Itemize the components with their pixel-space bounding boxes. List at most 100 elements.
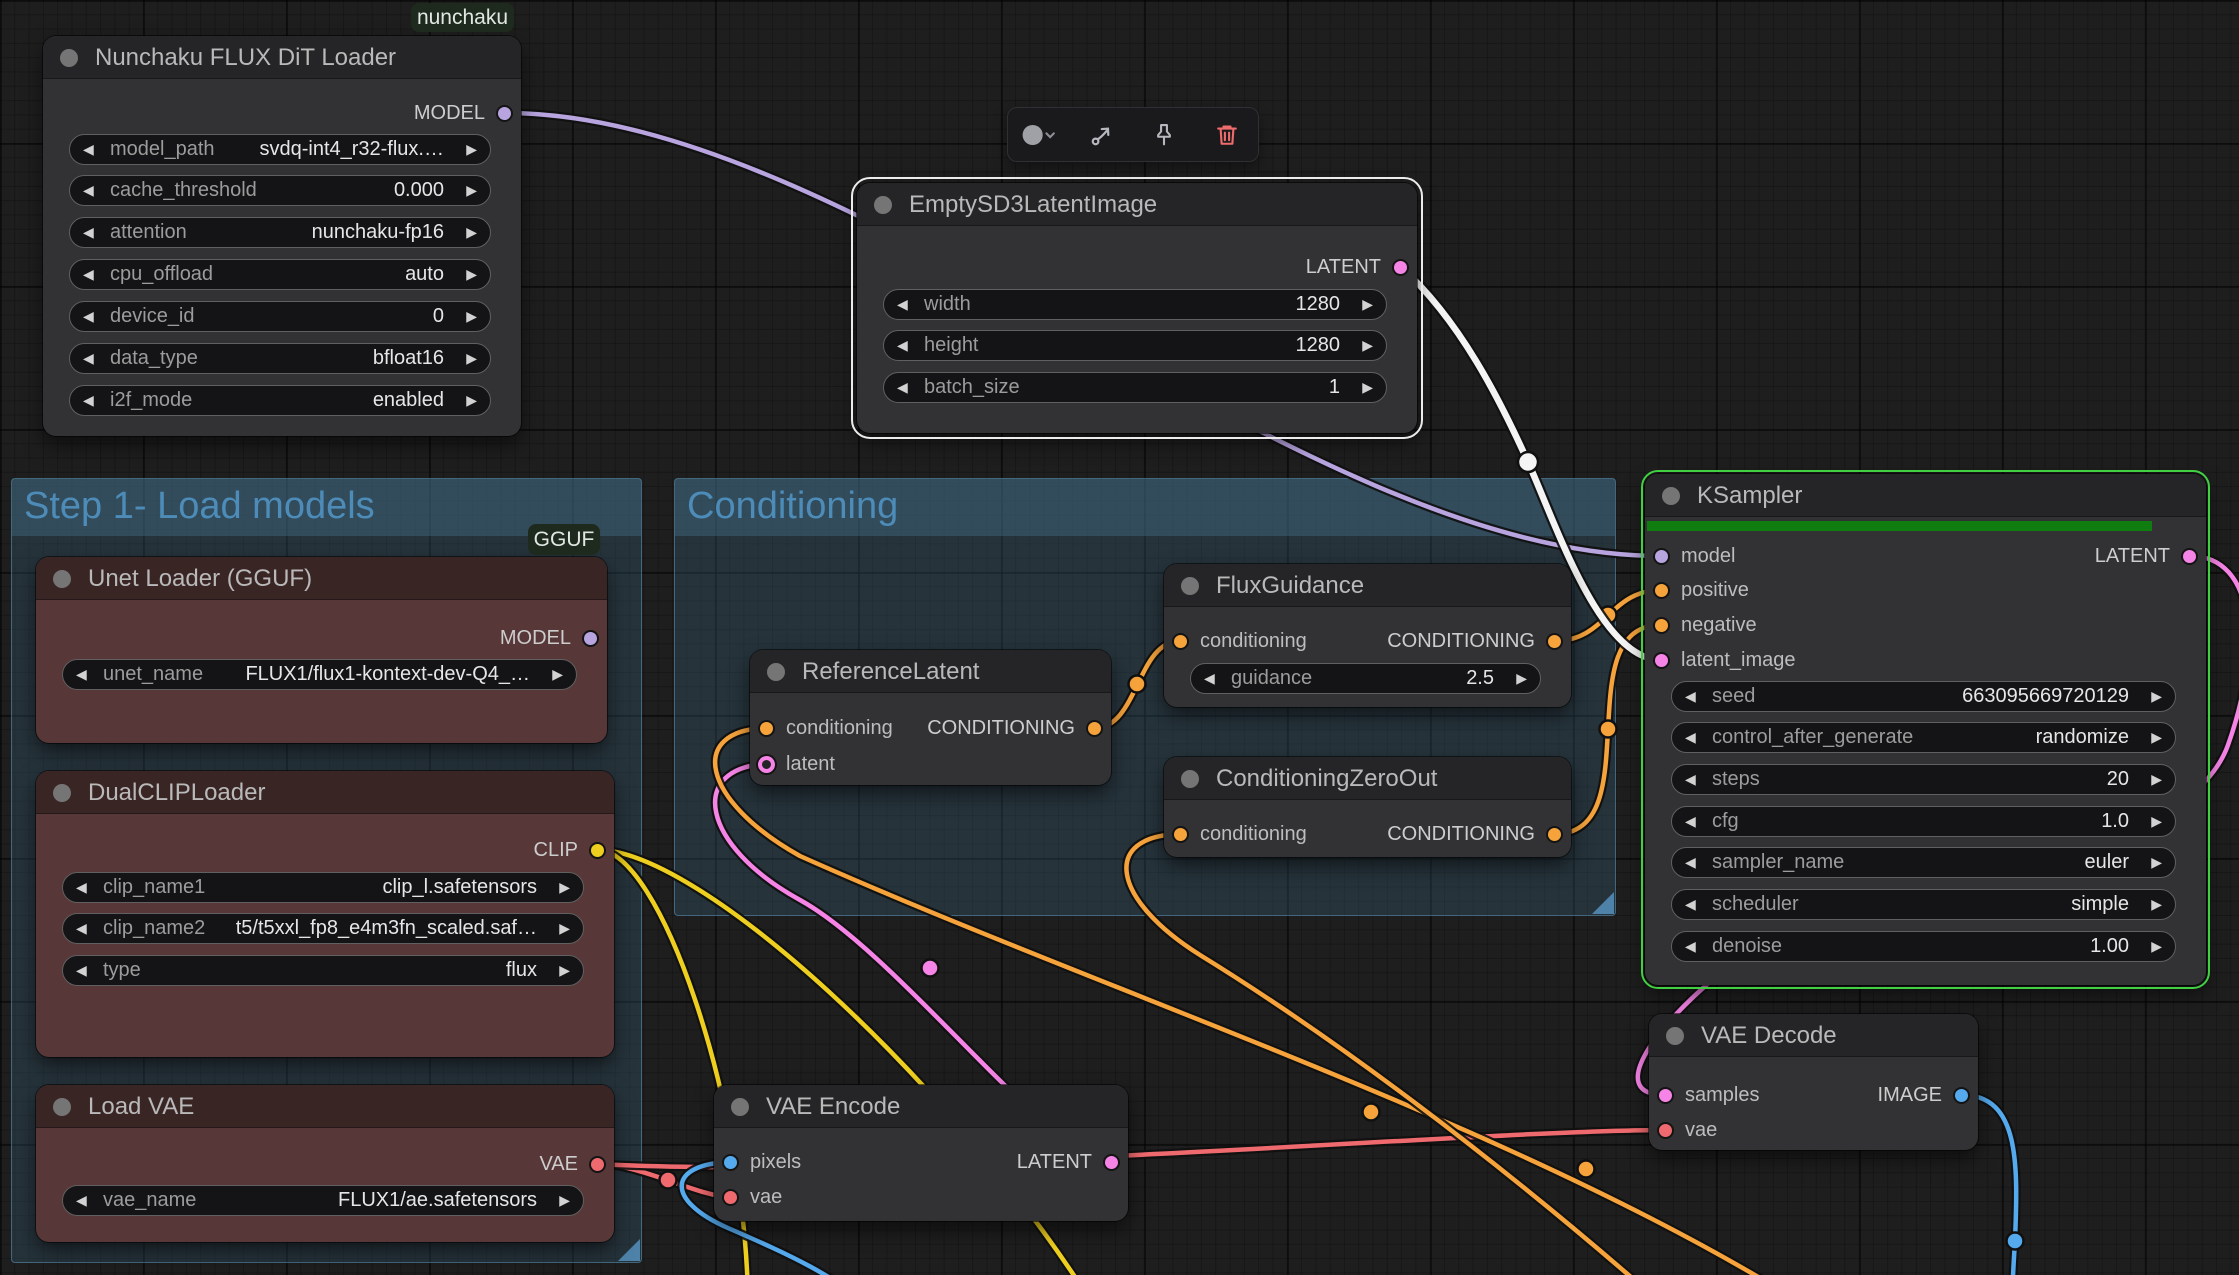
conditioning-zero-out-output-CONDITIONING[interactable]: CONDITIONING <box>1387 822 1571 846</box>
widget-increment-arrow-icon[interactable]: ▶ <box>559 914 570 942</box>
dual-clip-loader-output-CLIP[interactable]: CLIP <box>534 838 614 862</box>
output-port-dot[interactable] <box>1392 259 1409 276</box>
nunchaku-flux-dit-loader-widget-model_path[interactable]: ◀model_pathsvdq-int4_r32-flux.…▶ <box>69 134 491 165</box>
conditioning-zero-out-input-conditioning[interactable]: conditioning <box>1164 822 1307 846</box>
output-port-dot[interactable] <box>582 630 599 647</box>
flux-guidance-input-conditioning[interactable]: conditioning <box>1164 629 1307 653</box>
input-port-dot[interactable] <box>1653 652 1670 669</box>
widget-increment-arrow-icon[interactable]: ▶ <box>1362 331 1373 359</box>
dual-clip-loader-widget-clip_name1[interactable]: ◀clip_name1clip_l.safetensors▶ <box>62 872 584 903</box>
load-vae-output-VAE[interactable]: VAE <box>539 1152 614 1176</box>
empty-sd3-latent-image-widget-batch_size[interactable]: ◀batch_size1▶ <box>883 372 1387 403</box>
node-ksampler[interactable]: KSamplermodelpositivenegativelatent_imag… <box>1645 474 2206 985</box>
reference-latent-input-latent[interactable]: latent <box>750 752 835 776</box>
widget-increment-arrow-icon[interactable]: ▶ <box>2151 932 2162 960</box>
widget-increment-arrow-icon[interactable]: ▶ <box>552 660 563 688</box>
ksampler-widget-steps[interactable]: ◀steps20▶ <box>1671 764 2176 795</box>
widget-decrement-arrow-icon[interactable]: ◀ <box>1204 664 1215 692</box>
widget-decrement-arrow-icon[interactable]: ◀ <box>83 260 94 288</box>
reference-latent-output-CONDITIONING[interactable]: CONDITIONING <box>927 716 1111 740</box>
widget-increment-arrow-icon[interactable]: ▶ <box>466 260 477 288</box>
ksampler-widget-scheduler[interactable]: ◀schedulersimple▶ <box>1671 889 2176 920</box>
output-port-dot[interactable] <box>1103 1154 1120 1171</box>
dual-clip-loader-widget-type[interactable]: ◀typeflux▶ <box>62 955 584 986</box>
input-port-dot[interactable] <box>1653 582 1670 599</box>
vae-decode-output-IMAGE[interactable]: IMAGE <box>1878 1083 1978 1107</box>
output-port-dot[interactable] <box>589 1156 606 1173</box>
empty-sd3-latent-image-widget-width[interactable]: ◀width1280▶ <box>883 289 1387 320</box>
widget-increment-arrow-icon[interactable]: ▶ <box>559 1186 570 1214</box>
widget-increment-arrow-icon[interactable]: ▶ <box>466 176 477 204</box>
input-port-dot[interactable] <box>722 1189 739 1206</box>
nunchaku-flux-dit-loader-widget-cpu_offload[interactable]: ◀cpu_offloadauto▶ <box>69 259 491 290</box>
node-load-vae[interactable]: Load VAEVAE◀vae_nameFLUX1/ae.safetensors… <box>36 1085 614 1242</box>
empty-sd3-latent-image-widget-height[interactable]: ◀height1280▶ <box>883 330 1387 361</box>
vae-decode-input-vae[interactable]: vae <box>1649 1118 1717 1142</box>
reference-latent-input-conditioning[interactable]: conditioning <box>750 716 893 740</box>
input-port-dot[interactable] <box>722 1154 739 1171</box>
widget-increment-arrow-icon[interactable]: ▶ <box>2151 682 2162 710</box>
collapse-dot-icon[interactable] <box>1666 1027 1684 1045</box>
node-graph-canvas[interactable]: Step 1- Load modelsConditioningNunchaku … <box>0 0 2239 1275</box>
ksampler-output-LATENT[interactable]: LATENT <box>2095 544 2206 568</box>
ksampler-widget-seed[interactable]: ◀seed663095669720129▶ <box>1671 681 2176 712</box>
input-port-dot[interactable] <box>1653 617 1670 634</box>
input-port-dot[interactable] <box>1653 548 1670 565</box>
output-port-dot[interactable] <box>1546 826 1563 843</box>
widget-decrement-arrow-icon[interactable]: ◀ <box>83 218 94 246</box>
node-unet-loader-gguf[interactable]: Unet Loader (GGUF)MODEL◀unet_nameFLUX1/f… <box>36 557 607 743</box>
input-port-dot[interactable] <box>758 756 775 773</box>
widget-decrement-arrow-icon[interactable]: ◀ <box>897 373 908 401</box>
nunchaku-flux-dit-loader-widget-i2f_mode[interactable]: ◀i2f_modeenabled▶ <box>69 385 491 416</box>
collapse-dot-icon[interactable] <box>60 49 78 67</box>
flux-guidance-output-CONDITIONING[interactable]: CONDITIONING <box>1387 629 1571 653</box>
flux-guidance-widget-guidance[interactable]: ◀guidance2.5▶ <box>1190 663 1541 694</box>
nunchaku-flux-dit-loader-widget-device_id[interactable]: ◀device_id0▶ <box>69 301 491 332</box>
vae-encode-output-LATENT[interactable]: LATENT <box>1017 1150 1128 1174</box>
widget-increment-arrow-icon[interactable]: ▶ <box>466 218 477 246</box>
widget-decrement-arrow-icon[interactable]: ◀ <box>83 135 94 163</box>
unet-loader-gguf-widget-unet_name[interactable]: ◀unet_nameFLUX1/flux1-kontext-dev-Q4_…▶ <box>62 659 577 690</box>
ksampler-widget-control_after_generate[interactable]: ◀control_after_generaterandomize▶ <box>1671 722 2176 753</box>
collapse-dot-icon[interactable] <box>53 570 71 588</box>
node-flux-guidance[interactable]: FluxGuidanceconditioningCONDITIONING◀gui… <box>1164 564 1571 707</box>
widget-increment-arrow-icon[interactable]: ▶ <box>1362 290 1373 318</box>
widget-increment-arrow-icon[interactable]: ▶ <box>2151 723 2162 751</box>
empty-sd3-latent-image-output-LATENT[interactable]: LATENT <box>1306 255 1417 279</box>
ksampler-input-positive[interactable]: positive <box>1645 578 1749 602</box>
output-port-dot[interactable] <box>2181 548 2198 565</box>
widget-increment-arrow-icon[interactable]: ▶ <box>2151 848 2162 876</box>
widget-decrement-arrow-icon[interactable]: ◀ <box>76 873 87 901</box>
output-port-dot[interactable] <box>1086 720 1103 737</box>
widget-decrement-arrow-icon[interactable]: ◀ <box>76 1186 87 1214</box>
widget-increment-arrow-icon[interactable]: ▶ <box>466 344 477 372</box>
nunchaku-flux-dit-loader-output-MODEL[interactable]: MODEL <box>414 101 521 125</box>
node-color-circle-button[interactable] <box>1015 115 1063 155</box>
output-port-dot[interactable] <box>1546 633 1563 650</box>
widget-decrement-arrow-icon[interactable]: ◀ <box>76 956 87 984</box>
input-port-dot[interactable] <box>1172 826 1189 843</box>
ksampler-input-model[interactable]: model <box>1645 544 1735 568</box>
collapse-dot-icon[interactable] <box>874 196 892 214</box>
output-port-dot[interactable] <box>589 842 606 859</box>
widget-decrement-arrow-icon[interactable]: ◀ <box>1685 723 1696 751</box>
collapse-dot-icon[interactable] <box>767 663 785 681</box>
input-port-dot[interactable] <box>1657 1087 1674 1104</box>
widget-increment-arrow-icon[interactable]: ▶ <box>559 956 570 984</box>
widget-decrement-arrow-icon[interactable]: ◀ <box>83 176 94 204</box>
widget-increment-arrow-icon[interactable]: ▶ <box>559 873 570 901</box>
widget-decrement-arrow-icon[interactable]: ◀ <box>1685 807 1696 835</box>
nunchaku-flux-dit-loader-widget-data_type[interactable]: ◀data_typebfloat16▶ <box>69 343 491 374</box>
input-port-dot[interactable] <box>1172 633 1189 650</box>
ksampler-widget-cfg[interactable]: ◀cfg1.0▶ <box>1671 806 2176 837</box>
widget-increment-arrow-icon[interactable]: ▶ <box>2151 890 2162 918</box>
vae-encode-input-vae[interactable]: vae <box>714 1185 782 1209</box>
widget-increment-arrow-icon[interactable]: ▶ <box>1362 373 1373 401</box>
pin-button[interactable] <box>1140 115 1188 155</box>
load-vae-widget-vae_name[interactable]: ◀vae_nameFLUX1/ae.safetensors▶ <box>62 1185 584 1216</box>
widget-increment-arrow-icon[interactable]: ▶ <box>2151 807 2162 835</box>
bypass-button[interactable] <box>1078 115 1126 155</box>
delete-button[interactable] <box>1203 115 1251 155</box>
widget-decrement-arrow-icon[interactable]: ◀ <box>897 290 908 318</box>
nunchaku-flux-dit-loader-widget-cache_threshold[interactable]: ◀cache_threshold0.000▶ <box>69 175 491 206</box>
